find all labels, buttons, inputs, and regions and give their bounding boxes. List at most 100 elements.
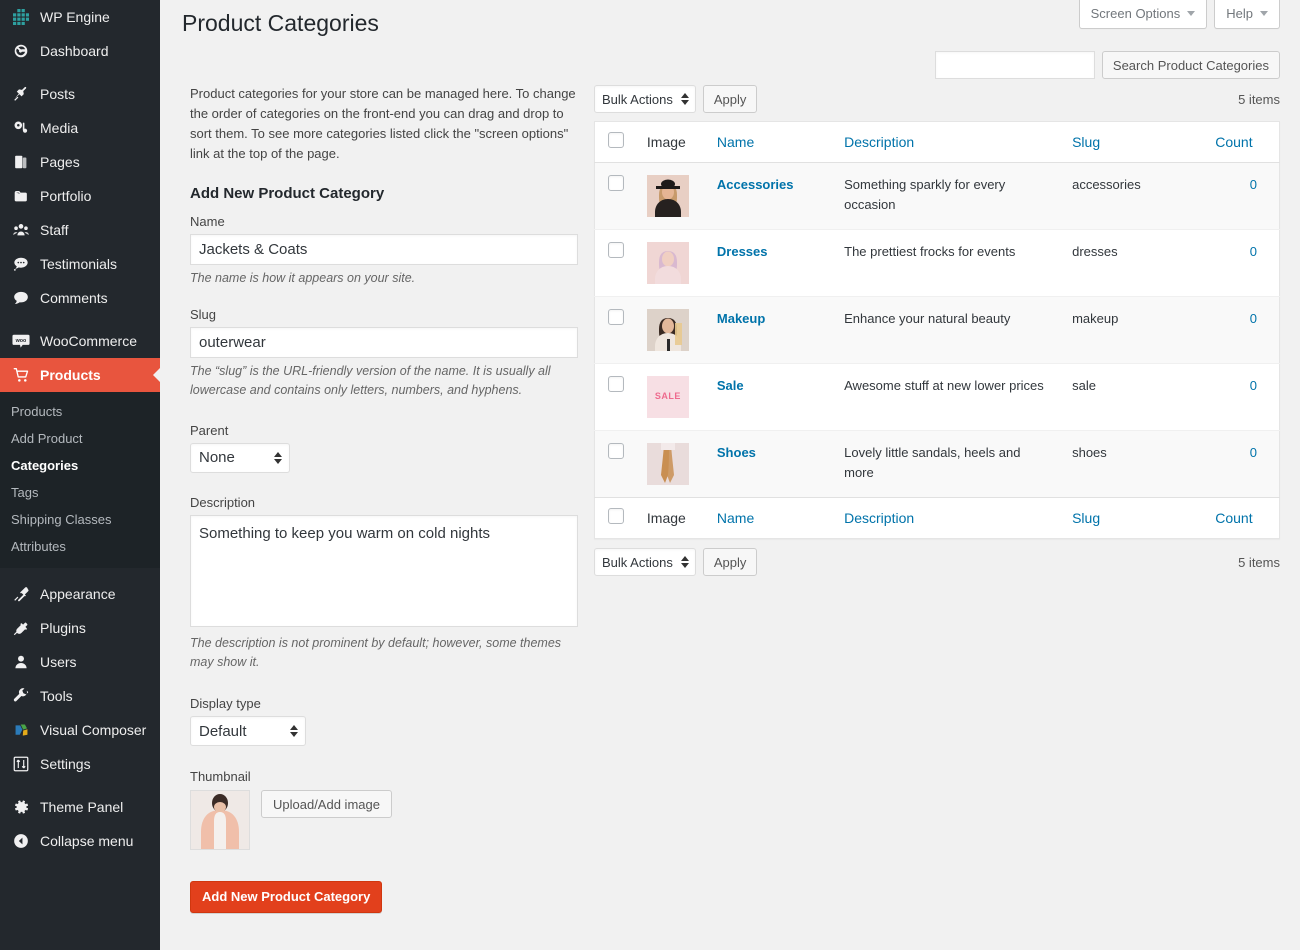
name-input[interactable] [190, 233, 578, 265]
display-type-label: Display type [190, 696, 261, 712]
column-description-sort-link-top[interactable]: Description [844, 134, 914, 150]
screen-meta-links: Screen Options Help [1078, 0, 1280, 29]
sidebar-item-posts[interactable]: Posts [0, 77, 160, 111]
category-name-link[interactable]: Makeup [717, 311, 765, 326]
bulk-actions-select-top[interactable]: Bulk Actions [594, 85, 696, 113]
submenu-item-shipping-classes[interactable]: Shipping Classes [0, 506, 160, 533]
row-image-cell [637, 297, 707, 364]
sidebar-item-wp-engine[interactable]: WP Engine [0, 0, 160, 34]
description-textarea[interactable] [190, 514, 578, 627]
row-description-cell: The prettiest frocks for events [844, 244, 1016, 259]
table-row: SALE Sale Awesome stuff at new lower price… [594, 363, 1280, 431]
select-spinner-icon [680, 556, 689, 568]
sidebar-item-tools[interactable]: Tools [0, 679, 160, 713]
upload-add-image-button[interactable]: Upload/Add image [261, 790, 392, 819]
sidebar-item-comments-label: Comments [40, 289, 108, 306]
help-button[interactable]: Help [1214, 0, 1280, 29]
bulk-actions-select-bottom[interactable]: Bulk Actions [594, 548, 696, 576]
select-all-checkbox-top[interactable] [608, 132, 624, 148]
sidebar-item-products[interactable]: Products [0, 358, 160, 392]
sidebar-item-plugins-label: Plugins [40, 619, 86, 636]
submenu-item-add-product[interactable]: Add Product [0, 425, 160, 452]
category-count-link[interactable]: 0 [1250, 378, 1257, 393]
category-name-link[interactable]: Sale [717, 378, 744, 393]
table-row: Dresses The prettiest frocks for events dr… [594, 229, 1280, 297]
description-help: The description is not prominent by defa… [190, 635, 562, 670]
search-input[interactable] [934, 51, 1095, 79]
row-checkbox[interactable] [608, 242, 624, 258]
submenu-item-tags[interactable]: Tags [0, 479, 160, 506]
name-field-group: Name The name is how it appears on your … [190, 214, 578, 288]
row-name-cell: Sale [707, 364, 834, 431]
sidebar-item-theme-panel[interactable]: Theme Panel [0, 790, 160, 824]
slug-input[interactable] [190, 326, 578, 358]
screen-options-button[interactable]: Screen Options [1078, 0, 1208, 29]
select-all-checkbox-bottom[interactable] [608, 508, 624, 524]
sidebar-item-woocommerce-label: WooCommerce [40, 332, 137, 349]
apply-button-top[interactable]: Apply [702, 85, 758, 113]
column-slug-sort-link-top[interactable]: Slug [1072, 134, 1100, 150]
admin-page: WP Engine Dashboard Posts Media Pages Portfol… [0, 0, 1300, 950]
sidebar-item-collapse-menu[interactable]: Collapse menu [0, 824, 160, 858]
row-count-cell: 0 [1205, 297, 1279, 364]
sidebar-item-users[interactable]: Users [0, 645, 160, 679]
row-checkbox-cell [595, 163, 637, 230]
sidebar-item-media[interactable]: Media [0, 111, 160, 145]
category-count-link[interactable]: 0 [1250, 244, 1257, 259]
column-count-sort-link-top[interactable]: Count [1215, 134, 1252, 150]
gear-icon [11, 797, 31, 817]
table-footer-row: Image Name Description Slug Count [594, 497, 1280, 539]
row-checkbox[interactable] [608, 309, 624, 325]
category-count-link[interactable]: 0 [1250, 445, 1257, 460]
column-name-sort-link-top[interactable]: Name [717, 134, 754, 150]
column-count-header-top: Count [1205, 121, 1280, 163]
row-checkbox[interactable] [608, 443, 624, 459]
column-slug-sort-link-bottom[interactable]: Slug [1072, 510, 1100, 526]
row-checkbox[interactable] [608, 175, 624, 191]
sale-badge-thumbnail: SALE [646, 376, 689, 418]
thumbnail-preview [190, 790, 250, 851]
apply-button-bottom[interactable]: Apply [702, 548, 758, 576]
category-count-link[interactable]: 0 [1250, 177, 1257, 192]
submenu-item-categories[interactable]: Categories [0, 452, 160, 479]
dashboard-gauge-icon [11, 41, 31, 61]
sidebar-item-comments[interactable]: Comments [0, 281, 160, 315]
sidebar-item-settings[interactable]: Settings [0, 747, 160, 781]
row-checkbox[interactable] [608, 376, 624, 392]
visual-composer-icon [11, 720, 31, 740]
column-count-sort-link-bottom[interactable]: Count [1215, 510, 1252, 526]
category-name-link[interactable]: Shoes [717, 445, 756, 460]
sidebar-item-collapse-menu-label: Collapse menu [40, 832, 134, 849]
row-slug-cell: dresses [1072, 244, 1118, 259]
category-name-link[interactable]: Dresses [717, 244, 768, 259]
sidebar-item-visual-composer[interactable]: Visual Composer [0, 713, 160, 747]
display-type-select[interactable]: Default [190, 716, 306, 747]
sidebar-item-users-label: Users [40, 653, 77, 670]
add-new-product-category-button[interactable]: Add New Product Category [190, 881, 383, 914]
category-count-link[interactable]: 0 [1250, 311, 1257, 326]
parent-select[interactable]: None [190, 442, 290, 473]
column-count-header-bottom: Count [1205, 497, 1280, 539]
sidebar-item-pages[interactable]: Pages [0, 145, 160, 179]
sidebar-item-settings-label: Settings [40, 755, 91, 772]
sidebar-item-portfolio[interactable]: Portfolio [0, 179, 160, 213]
sidebar-item-appearance[interactable]: Appearance [0, 577, 160, 611]
column-description-sort-link-bottom[interactable]: Description [844, 510, 914, 526]
submenu-item-products[interactable]: Products [0, 398, 160, 425]
search-button[interactable]: Search Product Categories [1101, 51, 1280, 79]
table-body: Accessories Something sparkly for every o… [594, 162, 1280, 498]
help-label: Help [1226, 6, 1253, 21]
table-foot: Image Name Description Slug Count [594, 497, 1280, 539]
submenu-item-attributes[interactable]: Attributes [0, 533, 160, 560]
sidebar-item-wp-engine-label: WP Engine [40, 8, 110, 25]
column-name-sort-link-bottom[interactable]: Name [717, 510, 754, 526]
sidebar-item-media-label: Media [40, 119, 79, 136]
sidebar-item-woocommerce[interactable]: woo WooCommerce [0, 324, 160, 358]
sidebar-item-staff[interactable]: Staff [0, 213, 160, 247]
bulk-actions-label: Bulk Actions [602, 554, 673, 570]
sidebar-item-dashboard[interactable]: Dashboard [0, 34, 160, 68]
category-name-link[interactable]: Accessories [717, 177, 794, 192]
sidebar-item-plugins[interactable]: Plugins [0, 611, 160, 645]
sidebar-item-testimonials[interactable]: Testimonials [0, 247, 160, 281]
svg-text:woo: woo [15, 338, 27, 344]
